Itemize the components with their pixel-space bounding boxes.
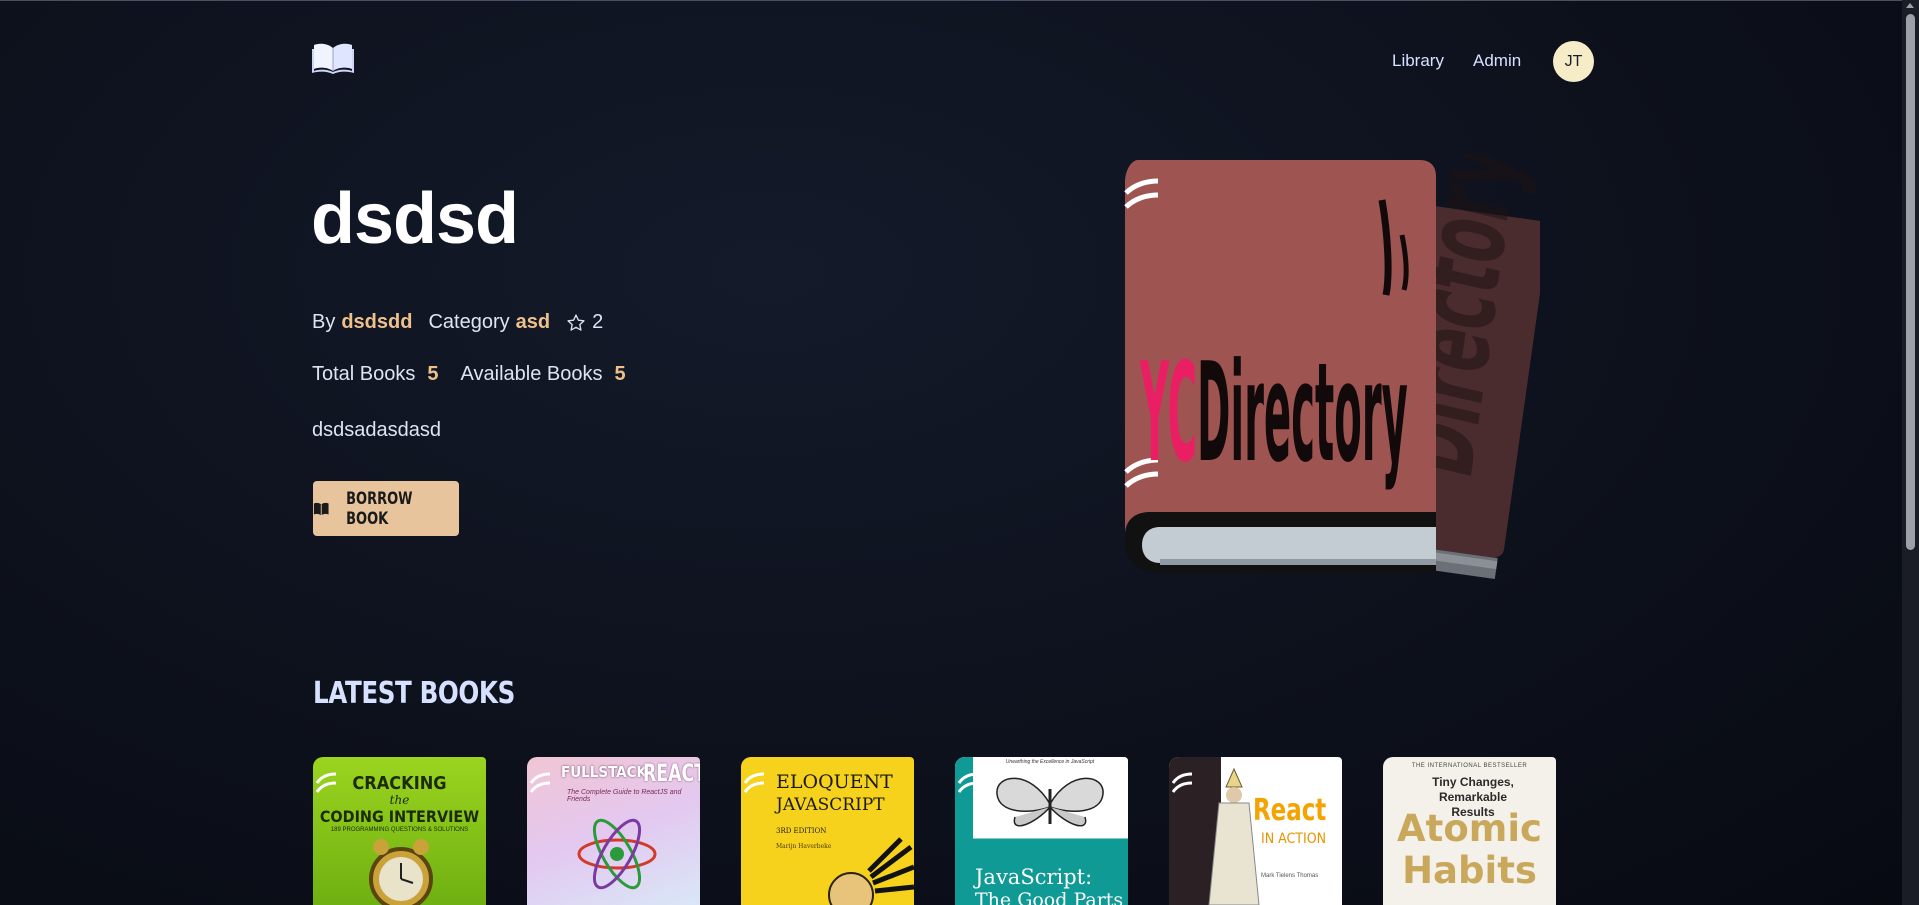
star-icon <box>567 313 585 331</box>
book-3-line2: JAVASCRIPT <box>776 795 885 815</box>
book-cover-illustration: Directory YC Directory <box>1120 131 1549 635</box>
by-label: By <box>312 311 336 333</box>
avatar[interactable]: JT <box>1553 41 1594 82</box>
book-card-cracking-coding-interview[interactable]: CRACKING the CODING INTERVIEW 189 PROGRA… <box>313 757 486 905</box>
available-books-label: Available Books <box>460 363 603 385</box>
total-books-value: 5 <box>427 363 439 385</box>
book-2-line1: FULLSTACK <box>561 763 647 781</box>
borrow-book-button[interactable]: BORROW BOOK <box>313 481 459 536</box>
book-counts-row: Total Books 5 Available Books 5 <box>312 363 626 386</box>
butterfly-icon <box>996 777 1104 827</box>
book-5-line1: React <box>1253 793 1327 828</box>
category-label: Category <box>428 311 510 333</box>
nav-admin-link[interactable]: Admin <box>1473 51 1521 71</box>
book-3-subtitle: 3RD EDITION <box>776 827 827 835</box>
book-icon <box>313 502 329 515</box>
book-1-line2: the <box>389 793 410 807</box>
book-card-atomic-habits[interactable]: THE INTERNATIONAL BESTSELLER Tiny Change… <box>1383 757 1556 905</box>
open-book-icon[interactable] <box>312 40 354 74</box>
book-1-subtitle: 189 PROGRAMMING QUESTIONS & SOLUTIONS <box>330 827 469 833</box>
book-meta-row: By dsdsdd Category asd 2 <box>312 311 603 334</box>
book-card-eloquent-javascript[interactable]: ELOQUENT JAVASCRIPT 3RD EDITION Marijn H… <box>741 757 914 905</box>
spine-stripes-icon <box>530 772 551 793</box>
window-top-border <box>0 0 1919 1</box>
latest-books-heading: LATEST BOOKS <box>313 676 515 711</box>
book-card-fullstack-react[interactable]: FULLSTACK REACT The Complete Guide to Re… <box>527 757 700 905</box>
book-title: dsdsd <box>311 179 519 259</box>
cover-text-accent: YC <box>1140 334 1197 493</box>
book-6-line2: Habits <box>1402 849 1537 892</box>
nav-library-link[interactable]: Library <box>1392 51 1444 71</box>
book-4-line1: JavaScript: <box>975 865 1093 889</box>
atom-icon <box>577 818 657 890</box>
book-2-subtitle: The Complete Guide to ReactJS and Friend… <box>567 789 682 803</box>
clock-icon <box>369 839 433 905</box>
book-5-line2: IN ACTION <box>1261 831 1327 847</box>
available-books-value: 5 <box>614 363 626 385</box>
book-2-line2: REACT <box>643 759 700 787</box>
rating-value: 2 <box>592 311 604 333</box>
spine-stripes-icon <box>958 772 979 793</box>
scroll-up-arrow-icon[interactable] <box>1906 3 1914 8</box>
book-4-line2: The Good Parts <box>975 889 1124 905</box>
book-3-line1: ELOQUENT <box>776 771 893 793</box>
book-1-line1: CRACKING <box>352 773 447 794</box>
spine-stripes-icon <box>1172 772 1193 793</box>
cover-text-main: Directory <box>1197 334 1408 493</box>
borrow-book-label: BORROW BOOK <box>346 488 413 529</box>
sun-bird-icon <box>828 837 914 905</box>
author-name: dsdsdd <box>341 311 413 333</box>
book-card-javascript-good-parts[interactable]: Unearthing the Excellence in JavaScript … <box>955 757 1128 905</box>
scrollbar-thumb[interactable] <box>1906 14 1915 550</box>
figure-icon <box>1208 767 1260 905</box>
book-6-tagline: THE INTERNATIONAL BESTSELLER <box>1411 763 1528 769</box>
category-value: asd <box>515 311 551 333</box>
book-6-line1: Atomic <box>1397 807 1542 850</box>
book-5-author: Mark Tielens Thomas <box>1261 873 1319 879</box>
book-card-react-in-action[interactable]: React IN ACTION Mark Tielens Thomas <box>1169 757 1342 905</box>
book-1-line3: CODING INTERVIEW <box>319 807 480 826</box>
total-books-label: Total Books <box>312 363 416 385</box>
book-description: dsdsadasdasd <box>312 419 441 441</box>
spine-stripes-icon <box>744 772 765 793</box>
book-4-tagline: Unearthing the Excellence in JavaScript <box>1005 759 1095 765</box>
